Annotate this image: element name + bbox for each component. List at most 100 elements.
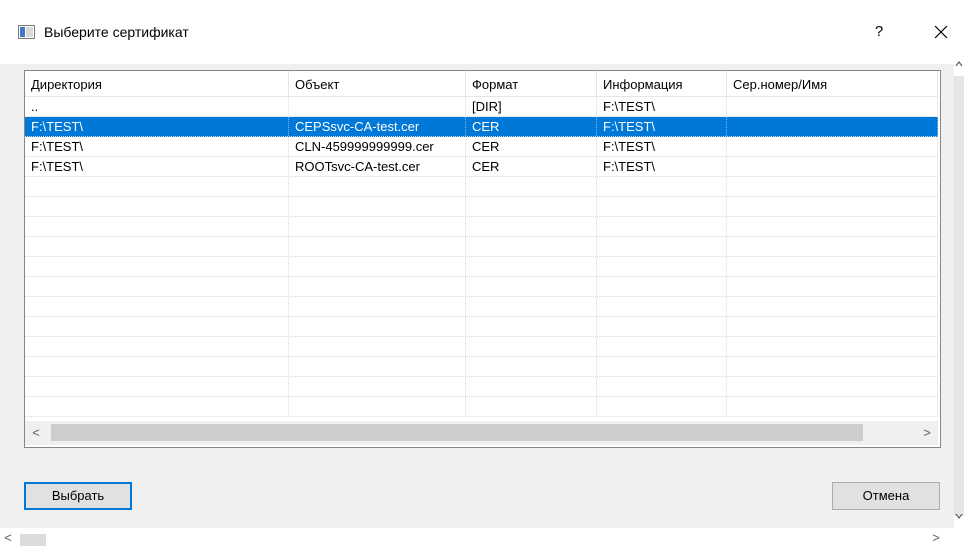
cell-serial <box>727 197 938 216</box>
cell-format <box>466 397 597 416</box>
outer-horizontal-scrollbar[interactable]: < > <box>0 528 964 548</box>
certificate-dialog: Выберите сертификат ? Директория Объект … <box>0 0 954 548</box>
column-header-object[interactable]: Объект <box>289 71 466 96</box>
cell-info: F:\TEST\ <box>597 157 727 176</box>
cell-object <box>289 237 466 256</box>
cell-info <box>597 197 727 216</box>
cell-object: CLN-459999999999.cer <box>289 137 466 156</box>
table-row[interactable] <box>25 357 938 377</box>
table-row[interactable] <box>25 277 938 297</box>
table-row[interactable] <box>25 217 938 237</box>
cell-info <box>597 217 727 236</box>
cell-object <box>289 357 466 376</box>
cell-directory <box>25 397 289 416</box>
outer-vertical-scrollbar[interactable] <box>954 0 964 528</box>
cell-directory <box>25 177 289 196</box>
outer-scrollbar-thumb[interactable] <box>954 76 964 516</box>
cell-format <box>466 317 597 336</box>
cell-info <box>597 397 727 416</box>
close-icon[interactable] <box>928 20 954 44</box>
title-bar: Выберите сертификат ? <box>0 0 954 64</box>
scroll-left-icon[interactable]: < <box>25 421 47 445</box>
cell-object: ROOTsvc-CA-test.cer <box>289 157 466 176</box>
cell-format <box>466 377 597 396</box>
cell-format <box>466 237 597 256</box>
table-row[interactable]: F:\TEST\ CEPSsvc-CA-test.cer CER F:\TEST\ <box>25 117 938 137</box>
cell-serial <box>727 257 938 276</box>
cell-format: CER <box>466 117 597 136</box>
cancel-button[interactable]: Отмена <box>832 482 940 510</box>
cell-info: F:\TEST\ <box>597 97 727 116</box>
cell-directory <box>25 217 289 236</box>
table-row[interactable] <box>25 197 938 217</box>
cell-info <box>597 177 727 196</box>
cell-object <box>289 337 466 356</box>
cell-serial <box>727 177 938 196</box>
column-header-info[interactable]: Информация <box>597 71 727 96</box>
table-row[interactable]: F:\TEST\ ROOTsvc-CA-test.cer CER F:\TEST\ <box>25 157 938 177</box>
table-row[interactable] <box>25 377 938 397</box>
cell-serial <box>727 157 938 176</box>
scroll-right-icon[interactable]: > <box>916 421 938 445</box>
cell-format: CER <box>466 157 597 176</box>
table-row[interactable]: .. [DIR] F:\TEST\ <box>25 97 938 117</box>
cell-serial <box>727 317 938 336</box>
cell-object <box>289 177 466 196</box>
column-header-format[interactable]: Формат <box>466 71 597 96</box>
cell-info: F:\TEST\ <box>597 137 727 156</box>
cell-object <box>289 277 466 296</box>
cell-serial <box>727 137 938 156</box>
outer-hscroll-thumb[interactable] <box>20 534 46 546</box>
cell-directory: F:\TEST\ <box>25 117 289 136</box>
help-button[interactable]: ? <box>866 20 892 44</box>
cell-directory <box>25 277 289 296</box>
cell-info <box>597 337 727 356</box>
cell-info <box>597 357 727 376</box>
cell-object <box>289 257 466 276</box>
cell-serial <box>727 357 938 376</box>
outer-scroll-right-icon[interactable]: > <box>928 528 944 548</box>
cell-format: [DIR] <box>466 97 597 116</box>
cell-object <box>289 377 466 396</box>
cell-object <box>289 197 466 216</box>
cell-directory <box>25 317 289 336</box>
outer-scroll-left-icon[interactable]: < <box>0 528 16 548</box>
cell-format <box>466 277 597 296</box>
cell-format <box>466 257 597 276</box>
column-header-directory[interactable]: Директория <box>25 71 289 96</box>
cell-object <box>289 217 466 236</box>
cell-info <box>597 277 727 296</box>
cell-object <box>289 317 466 336</box>
cell-directory <box>25 377 289 396</box>
cell-serial <box>727 117 938 136</box>
scroll-up-icon[interactable] <box>954 58 964 70</box>
cell-info <box>597 257 727 276</box>
cell-info <box>597 377 727 396</box>
cell-object <box>289 297 466 316</box>
scrollbar-thumb[interactable] <box>51 424 863 441</box>
dialog-title: Выберите сертификат <box>44 24 189 40</box>
table-row[interactable] <box>25 237 938 257</box>
table-row[interactable] <box>25 317 938 337</box>
table-row[interactable] <box>25 397 938 417</box>
table-row[interactable] <box>25 257 938 277</box>
app-window-icon <box>18 25 35 39</box>
column-header-serial[interactable]: Сер.номер/Имя <box>727 71 938 96</box>
certificate-table: Директория Объект Формат Информация Сер.… <box>24 70 941 448</box>
table-row[interactable] <box>25 177 938 197</box>
table-row[interactable] <box>25 297 938 317</box>
cell-object <box>289 397 466 416</box>
table-row[interactable]: F:\TEST\ CLN-459999999999.cer CER F:\TEST\ <box>25 137 938 157</box>
cell-serial <box>727 337 938 356</box>
scroll-down-icon[interactable] <box>954 510 964 522</box>
table-row[interactable] <box>25 337 938 357</box>
choose-button[interactable]: Выбрать <box>24 482 132 510</box>
cell-serial <box>727 377 938 396</box>
cell-serial <box>727 217 938 236</box>
cell-info <box>597 237 727 256</box>
horizontal-scrollbar[interactable]: < > <box>25 421 938 445</box>
cell-directory <box>25 337 289 356</box>
cell-object <box>289 97 466 116</box>
cell-directory: F:\TEST\ <box>25 157 289 176</box>
cell-directory <box>25 197 289 216</box>
